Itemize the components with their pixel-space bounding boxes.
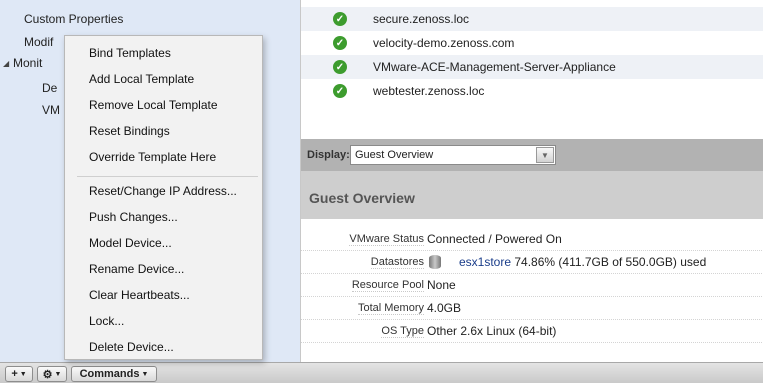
bottom-toolbar: + ▼ ⚙ ▼ Commands ▼	[0, 362, 763, 383]
tree-item-modifications[interactable]: Modif	[24, 35, 64, 49]
device-row[interactable]: ✓ VMware-ACE-Management-Server-Appliance	[301, 55, 763, 79]
menu-item-reset-bindings[interactable]: Reset Bindings	[89, 124, 170, 138]
prop-label: Resource Pool	[351, 279, 424, 292]
status-ok-icon: ✓	[333, 36, 347, 50]
menu-item-lock[interactable]: Lock...	[89, 314, 124, 328]
expand-triangle-icon[interactable]: ◢	[3, 59, 9, 68]
menu-item-clear-heartbeats[interactable]: Clear Heartbeats...	[89, 288, 190, 302]
prop-row-datastores: Datastores esx1store 74.86% (411.7GB of …	[301, 251, 763, 274]
caret-down-icon: ▼	[19, 370, 27, 378]
caret-down-icon: ▼	[141, 370, 149, 378]
prop-row-total-memory: Total Memory 4.0GB	[301, 297, 763, 320]
prop-value: 4.0GB	[427, 301, 462, 315]
device-name: velocity-demo.zenoss.com	[373, 36, 515, 50]
menu-item-override-template-here[interactable]: Override Template Here	[89, 150, 216, 164]
menu-item-add-local-template[interactable]: Add Local Template	[89, 72, 194, 86]
menu-item-reset-change-ip[interactable]: Reset/Change IP Address...	[89, 184, 237, 198]
menu-item-push-changes[interactable]: Push Changes...	[89, 210, 178, 224]
commands-label: Commands	[79, 368, 140, 380]
status-ok-icon: ✓	[333, 84, 347, 98]
prop-value: esx1store 74.86% (411.7GB of 550.0GB) us…	[429, 255, 706, 269]
prop-row-resource-pool: Resource Pool None	[301, 274, 763, 297]
display-label: Display:	[307, 149, 350, 161]
display-bar: Display: Guest Overview ▼	[301, 139, 763, 171]
display-select[interactable]: Guest Overview ▼	[350, 145, 556, 165]
device-name: webtester.zenoss.loc	[373, 84, 485, 98]
tree-item-device[interactable]: De	[42, 81, 64, 95]
datastore-usage: 74.86% (411.7GB of 550.0GB) used	[514, 255, 707, 269]
prop-row-vmware-status: VMware Status Connected / Powered On	[301, 228, 763, 251]
datastore-icon	[429, 255, 441, 269]
prop-value: Other 2.6x Linux (64-bit)	[427, 324, 557, 338]
prop-label: Datastores	[370, 256, 424, 269]
menu-item-rename-device[interactable]: Rename Device...	[89, 262, 184, 276]
menu-item-delete-device[interactable]: Delete Device...	[89, 340, 174, 354]
device-row[interactable]: ✓ velocity-demo.zenoss.com	[301, 31, 763, 55]
status-ok-icon: ✓	[333, 60, 347, 74]
menu-item-bind-templates[interactable]: Bind Templates	[89, 46, 171, 60]
datastore-link[interactable]: esx1store	[459, 255, 511, 269]
menu-separator	[77, 176, 258, 177]
prop-value: Connected / Powered On	[427, 232, 562, 246]
gear-icon: ⚙	[42, 368, 53, 381]
device-row[interactable]: ✓ webtester.zenoss.loc	[301, 79, 763, 103]
overview-header: Guest Overview	[301, 171, 763, 219]
commands-button[interactable]: Commands ▼	[71, 366, 157, 382]
menu-item-model-device[interactable]: Model Device...	[89, 236, 172, 250]
device-name: VMware-ACE-Management-Server-Appliance	[373, 60, 616, 74]
prop-row-os-type: OS Type Other 2.6x Linux (64-bit)	[301, 320, 763, 343]
tree-item-vmware[interactable]: VM	[42, 103, 64, 117]
tree-item-monitoring[interactable]: Monit	[13, 56, 64, 70]
prop-label: OS Type	[381, 325, 424, 338]
caret-down-icon: ▼	[54, 370, 62, 378]
add-button[interactable]: + ▼	[5, 366, 33, 382]
gear-button[interactable]: ⚙ ▼	[37, 366, 67, 382]
prop-label: VMware Status	[349, 233, 424, 246]
device-name: secure.zenoss.loc	[373, 12, 470, 26]
display-selected-value: Guest Overview	[355, 149, 434, 161]
menu-item-remove-local-template[interactable]: Remove Local Template	[89, 98, 218, 112]
tree-item-custom-properties[interactable]: Custom Properties	[24, 12, 123, 26]
status-ok-icon: ✓	[333, 12, 347, 26]
prop-label: Total Memory	[357, 302, 424, 315]
overview-title: Guest Overview	[309, 190, 415, 206]
device-detail-panel: ✓ secure.zenoss.loc ✓ velocity-demo.zeno…	[300, 0, 763, 362]
plus-icon: +	[11, 368, 18, 380]
commands-context-menu: Bind Templates Add Local Template Remove…	[64, 35, 263, 360]
chevron-down-icon[interactable]: ▼	[536, 147, 554, 163]
prop-value: None	[427, 278, 456, 292]
device-row[interactable]: ✓ secure.zenoss.loc	[301, 7, 763, 31]
